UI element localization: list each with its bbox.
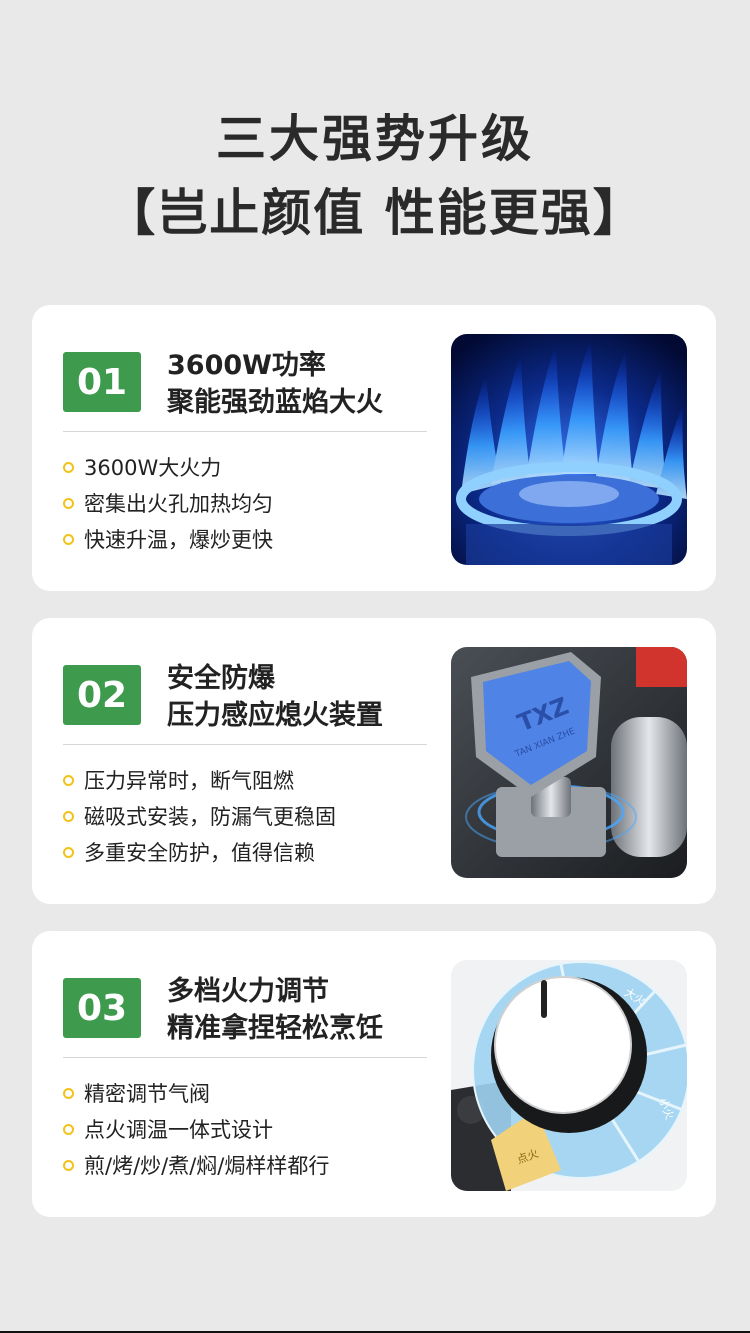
bullet-dot-icon [63, 497, 74, 509]
bullet-dot-icon [63, 533, 74, 545]
divider [63, 744, 427, 745]
feature-number-badge: 01 [63, 352, 141, 412]
bullet-dot-icon [63, 774, 74, 786]
feature-number-badge: 02 [63, 665, 141, 725]
bullet-dot-icon [63, 1159, 74, 1171]
feature-bullet-list: 3600W大火力 密集出火孔加热均匀 快速升温，爆炒更快 [63, 449, 273, 557]
feature-bullet-list: 压力异常时，断气阻燃 磁吸式安装，防漏气更稳固 多重安全防护，值得信赖 [63, 762, 336, 870]
feature-heading: 3600W功率 聚能强劲蓝焰大火 [167, 347, 383, 421]
feature-card-03: 03 多档火力调节 精准拿捏轻松烹饪 精密调节气阀 点火调温一体式设计 煎/烤/… [32, 931, 716, 1217]
bullet-dot-icon [63, 461, 74, 473]
feature-heading: 多档火力调节 精准拿捏轻松烹饪 [167, 973, 383, 1047]
list-item: 精密调节气阀 [63, 1075, 329, 1111]
feature-heading-line1: 3600W功率 [167, 350, 326, 381]
list-item: 压力异常时，断气阻燃 [63, 762, 336, 798]
bullet-dot-icon [63, 1087, 74, 1099]
feature-card-01: 01 3600W功率 聚能强劲蓝焰大火 3600W大火力 密集出火孔加热均匀 快… [32, 305, 716, 591]
bullet-dot-icon [63, 1123, 74, 1135]
list-item: 点火调温一体式设计 [63, 1111, 329, 1147]
feature-heading-line2: 精准拿捏轻松烹饪 [167, 1013, 383, 1044]
control-knob-image: 大火 小火 点火 [451, 960, 687, 1191]
bullet-dot-icon [63, 846, 74, 858]
list-item: 煎/烤/炒/煮/焖/焗样样都行 [63, 1147, 329, 1183]
page-header: 三大强势升级 【岂止颜值 性能更强】 [0, 106, 750, 246]
list-item: 多重安全防护，值得信赖 [63, 834, 336, 870]
bullet-dot-icon [63, 810, 74, 822]
feature-bullet-list: 精密调节气阀 点火调温一体式设计 煎/烤/炒/煮/焖/焗样样都行 [63, 1075, 329, 1183]
page-title: 三大强势升级 [216, 110, 534, 168]
feature-heading-line1: 安全防爆 [167, 663, 275, 694]
feature-heading-line1: 多档火力调节 [167, 976, 329, 1007]
feature-card-02: 02 安全防爆 压力感应熄火装置 压力异常时，断气阻燃 磁吸式安装，防漏气更稳固… [32, 618, 716, 904]
divider [63, 1057, 427, 1058]
divider [63, 431, 427, 432]
list-item: 磁吸式安装，防漏气更稳固 [63, 798, 336, 834]
feature-number-badge: 03 [63, 978, 141, 1038]
list-item: 3600W大火力 [63, 449, 273, 485]
blue-flame-burner-image [451, 334, 687, 565]
feature-heading-line2: 聚能强劲蓝焰大火 [167, 387, 383, 418]
page-subtitle: 【岂止颜值 性能更强】 [105, 184, 645, 242]
feature-heading: 安全防爆 压力感应熄火装置 [167, 660, 383, 734]
feature-heading-line2: 压力感应熄火装置 [167, 700, 383, 731]
list-item: 快速升温，爆炒更快 [63, 521, 273, 557]
list-item: 密集出火孔加热均匀 [63, 485, 273, 521]
pressure-valve-image: TXZ TAN XIAN ZHE [451, 647, 687, 878]
